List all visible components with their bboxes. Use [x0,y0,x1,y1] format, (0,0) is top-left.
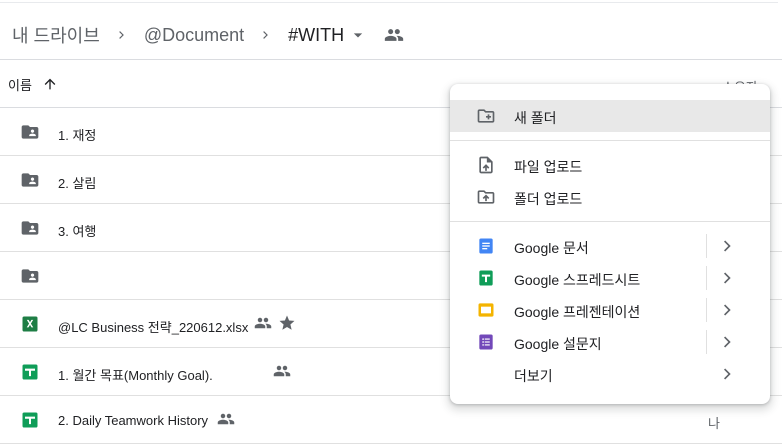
sort-arrow-up-icon[interactable] [40,74,60,94]
submenu-separator [706,266,707,290]
chevron-right-icon[interactable] [718,364,738,384]
new-folder-icon [477,109,495,123]
submenu-separator [706,330,707,354]
file-owner: 나 [708,416,720,431]
menu-item-label: 파일 업로드 [514,159,583,175]
menu-item-label: Google 문서 [514,240,589,256]
menu-divider [450,140,770,141]
menu-item-folder-upload[interactable]: 폴더 업로드 [450,181,770,213]
menu-item-google-forms[interactable]: Google 설문지 [450,326,770,358]
submenu-separator [706,298,707,322]
shared-people-icon [254,317,272,329]
shared-folder-icon [21,221,39,235]
chevron-right-icon [254,23,278,47]
chevron-right-icon[interactable] [718,300,738,320]
breadcrumb: 내 드라이브 @Document #WITH [10,20,406,50]
menu-item-file-upload[interactable]: 파일 업로드 [450,149,770,181]
shared-folder-icon [21,269,39,283]
breadcrumb-with[interactable]: #WITH [286,25,346,46]
google-sheets-file-icon [22,364,38,380]
google-slides-icon [478,303,494,317]
file-upload-icon [479,156,493,174]
shared-people-icon [217,413,235,425]
menu-item-label: Google 스프레드시트 [514,272,641,288]
chevron-right-icon[interactable] [718,236,738,256]
menu-item-label: Google 설문지 [514,336,602,352]
google-docs-icon [479,238,493,254]
file-name: 2. Daily Teamwork History [58,413,209,428]
file-name: @LC Business 전략_220612.xlsx [58,320,249,335]
file-name: 3. 여행 [58,224,97,239]
breadcrumb-my-drive[interactable]: 내 드라이브 [10,22,102,48]
menu-item-google-docs[interactable]: Google 문서 [450,230,770,262]
excel-file-icon [22,316,38,332]
menu-item-label: 새 폴더 [514,110,557,126]
menu-item-new-folder[interactable]: 새 폴더 [450,100,770,132]
file-name: 1. 재정 [58,128,97,143]
new-item-menu: 새 폴더 파일 업로드 폴더 업로드 Google 문서 Google 스프레드… [450,84,770,404]
menu-item-more[interactable]: 더보기 [450,358,770,390]
menu-item-label: Google 프레젠테이션 [514,304,641,320]
file-name: 1. 월간 목표(Monthly Goal). [58,368,213,383]
menu-divider [450,221,770,222]
file-name: 2. 살림 [58,176,97,191]
google-sheets-icon [479,270,493,286]
chevron-right-icon[interactable] [718,332,738,352]
shared-people-icon[interactable] [382,23,406,47]
shared-folder-icon [21,125,39,139]
shared-folder-icon [21,173,39,187]
menu-item-label: 폴더 업로드 [514,191,583,207]
menu-item-google-sheets[interactable]: Google 스프레드시트 [450,262,770,294]
google-sheets-file-icon [22,412,38,428]
folder-upload-icon [477,190,495,204]
shared-people-icon [273,365,291,377]
submenu-separator [706,234,707,258]
chevron-right-icon[interactable] [718,268,738,288]
chevron-right-icon [110,23,134,47]
menu-item-google-slides[interactable]: Google 프레젠테이션 [450,294,770,326]
google-forms-icon [479,334,493,350]
name-column-header[interactable]: 이름 [8,75,32,94]
breadcrumb-document[interactable]: @Document [142,25,246,46]
star-icon[interactable] [278,314,296,332]
menu-item-label: 더보기 [514,368,553,384]
top-bar: 내 드라이브 @Document #WITH [0,0,782,60]
caret-down-icon[interactable] [346,23,370,47]
top-scroll-edge [0,0,778,3]
